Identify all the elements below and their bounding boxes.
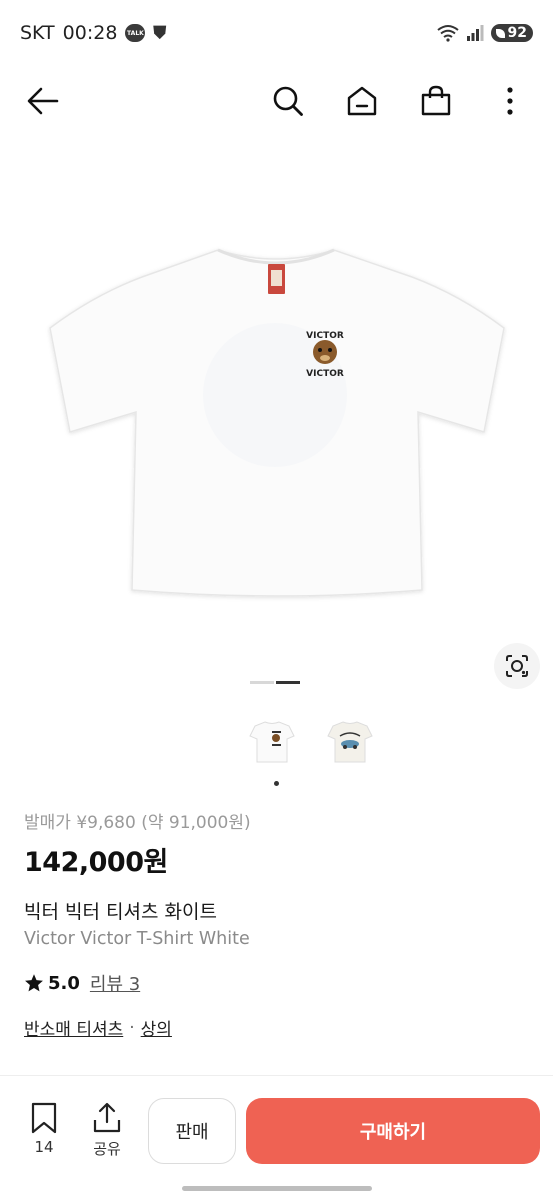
image-search-button[interactable] [494, 643, 540, 689]
status-bar: SKT 00:28 TALK ⛊ 92 [0, 0, 553, 66]
search-icon [273, 86, 303, 116]
product-name-english: Victor Victor T-Shirt White [24, 929, 250, 949]
top-nav [0, 70, 553, 132]
lens-icon [506, 655, 528, 677]
v-shield-icon: ⛊ [153, 23, 167, 43]
back-arrow-icon [27, 87, 59, 115]
buy-button[interactable]: 구매하기 [246, 1098, 540, 1164]
bookmark-icon [31, 1102, 57, 1134]
rating-score: 5.0 [48, 972, 80, 994]
home-indicator[interactable] [182, 1186, 372, 1191]
home-button[interactable] [339, 78, 385, 124]
product-image[interactable]: VICTOR VICTOR [20, 200, 533, 640]
back-button[interactable] [20, 78, 66, 124]
logo-text-bottom: VICTOR [306, 369, 344, 379]
star-icon [25, 974, 43, 992]
bookmark-count: 14 [34, 1138, 54, 1156]
shopping-bag-icon [421, 85, 451, 116]
release-price: 발매가 ¥9,680 (약 91,000원) [24, 813, 251, 833]
category-link-short-sleeve[interactable]: 반소매 티셔츠 [24, 1015, 123, 1040]
category-separator: · [129, 1017, 135, 1038]
thumbnail-front[interactable] [243, 712, 301, 770]
thumbnail-back[interactable] [321, 712, 379, 770]
image-pager [250, 681, 300, 684]
sell-button[interactable]: 판매 [148, 1098, 236, 1164]
wifi-icon [436, 25, 459, 42]
more-button[interactable] [487, 78, 533, 124]
bottom-action-bar: 14 공유 판매 구매하기 [0, 1090, 553, 1170]
share-label: 공유 [93, 1140, 121, 1158]
carrier-label: SKT [20, 22, 55, 44]
cart-button[interactable] [413, 78, 459, 124]
search-button[interactable] [265, 78, 311, 124]
thumbnail-list [243, 712, 379, 770]
pager-segment [250, 681, 274, 684]
product-name-korean: 빅터 빅터 티셔츠 화이트 [24, 901, 217, 923]
category-breadcrumb: 반소매 티셔츠 · 상의 [24, 1015, 172, 1041]
category-link-tops[interactable]: 상의 [141, 1015, 172, 1040]
more-vertical-icon [507, 87, 513, 115]
signal-icon [466, 25, 484, 41]
logo-text-top: VICTOR [306, 331, 344, 341]
pager-segment-active [276, 681, 300, 684]
kakaotalk-icon: TALK [125, 24, 146, 42]
bookmark-button[interactable]: 14 [30, 1102, 58, 1156]
battery-icon: 92 [490, 24, 533, 42]
share-icon [93, 1102, 121, 1133]
thumbnail-indicator-dot [274, 781, 279, 786]
clock: 00:28 [62, 22, 118, 44]
section-divider [0, 1075, 553, 1076]
rating-row: 5.0 리뷰 3 [24, 970, 140, 996]
reviews-link[interactable]: 리뷰 3 [90, 970, 140, 996]
home-icon [347, 86, 377, 116]
current-price: 142,000원 [24, 847, 168, 878]
share-button[interactable]: 공유 [92, 1102, 122, 1159]
